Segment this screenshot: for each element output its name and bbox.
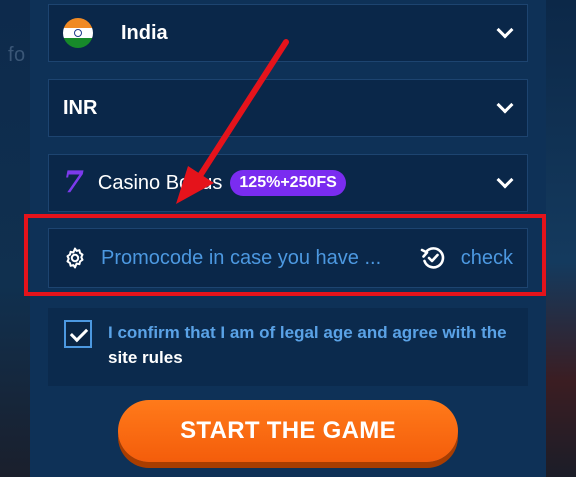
seven-icon: 7 (63, 165, 84, 200)
age-confirm-text-blue: I confirm that I am of legal age and agr… (108, 323, 507, 342)
chevron-down-icon (496, 96, 514, 114)
currency-label: INR (63, 96, 98, 119)
highlight-box (24, 214, 546, 296)
start-game-button[interactable]: START THE GAME (118, 400, 458, 462)
chevron-down-icon (496, 21, 514, 39)
site-rules-link[interactable]: site rules (108, 348, 183, 367)
age-confirm-text: I confirm that I am of legal age and agr… (108, 320, 518, 370)
india-flag-icon (63, 18, 93, 48)
background-text: fo (8, 44, 26, 66)
bonus-select[interactable]: 7 Casino Bonus 125%+250FS (48, 154, 528, 212)
age-confirm-row: I confirm that I am of legal age and agr… (48, 308, 528, 386)
age-confirm-checkbox[interactable] (64, 320, 92, 348)
chevron-down-icon (496, 171, 514, 189)
country-label: India (121, 21, 168, 44)
currency-select[interactable]: INR (48, 79, 528, 137)
bonus-badge: 125%+250FS (230, 170, 346, 196)
bonus-label: Casino Bonus (97, 171, 223, 194)
country-select[interactable]: India (48, 4, 528, 62)
